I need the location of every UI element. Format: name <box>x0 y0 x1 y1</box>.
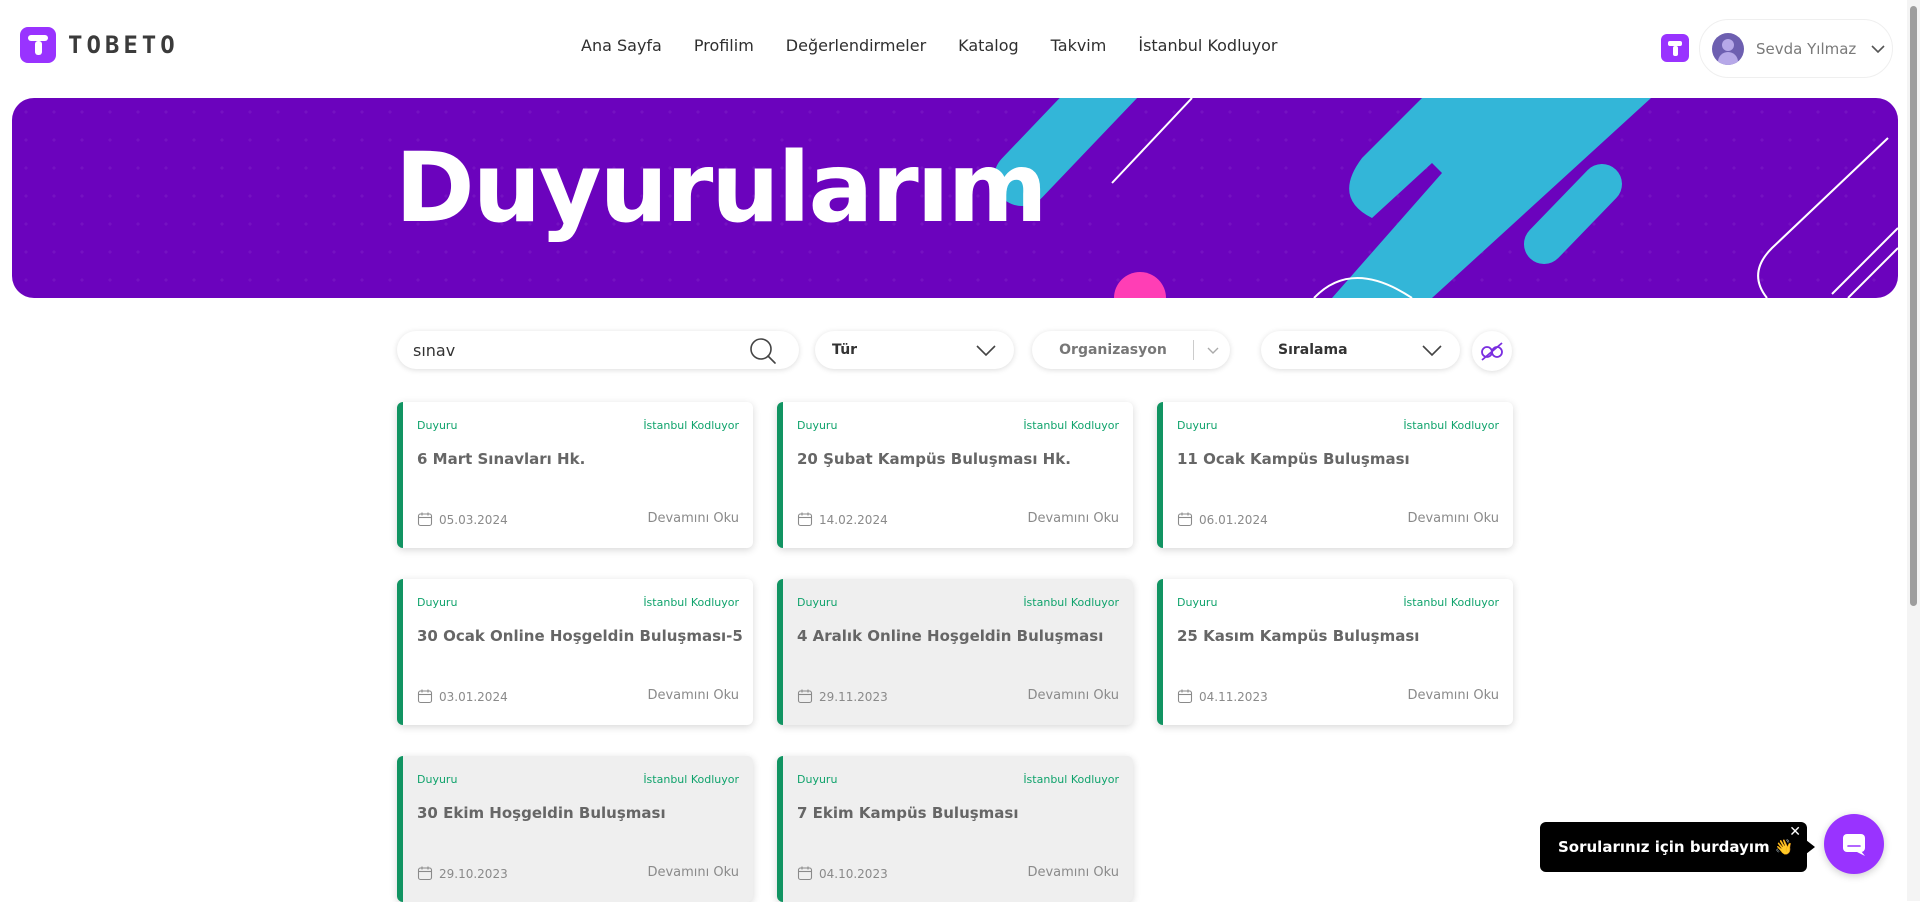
nav-link-istanbul-kodluyor[interactable]: İstanbul Kodluyor <box>1138 36 1277 55</box>
read-more-link[interactable]: Devamını Oku <box>1407 511 1499 526</box>
organization-select-label: Organizasyon <box>1059 342 1167 358</box>
calendar-icon <box>797 689 813 704</box>
card-title: 7 Ekim Kampüs Buluşması <box>797 804 1019 822</box>
page-scrollbar[interactable] <box>1907 0 1920 901</box>
calendar-icon <box>417 512 433 527</box>
main-nav: Ana Sayfa Profilim Değerlendirmeler Kata… <box>581 36 1310 55</box>
card-type-label: Duyuru <box>417 773 458 786</box>
card-organization: İstanbul Kodluyor <box>1403 419 1499 432</box>
card-type-label: Duyuru <box>417 419 458 432</box>
chevron-down-icon <box>1422 345 1442 357</box>
tobeto-logo[interactable]: TOBETO <box>20 27 179 63</box>
clear-filters-button[interactable] <box>1472 331 1512 371</box>
logo-text: TOBETO <box>68 31 179 59</box>
nav-link-profilim[interactable]: Profilim <box>694 36 754 55</box>
nav-link-katalog[interactable]: Katalog <box>958 36 1018 55</box>
read-more-link[interactable]: Devamını Oku <box>1027 511 1119 526</box>
scrollbar-thumb[interactable] <box>1910 6 1917 606</box>
read-more-link[interactable]: Devamını Oku <box>647 511 739 526</box>
user-menu[interactable]: Sevda Yılmaz <box>1699 19 1893 78</box>
card-organization: İstanbul Kodluyor <box>1023 596 1119 609</box>
announcement-card[interactable]: Duyuru İstanbul Kodluyor 20 Şubat Kampüs B… <box>777 402 1133 548</box>
chat-tooltip: Sorularınız için burdayım 👋 ✕ <box>1540 822 1815 872</box>
card-organization: İstanbul Kodluyor <box>1023 419 1119 432</box>
sort-select-label: Sıralama <box>1278 342 1348 358</box>
announcement-card[interactable]: Duyuru İstanbul Kodluyor 11 Ocak Kampüs Bu… <box>1157 402 1513 548</box>
card-date: 04.10.2023 <box>819 867 888 881</box>
announcement-card[interactable]: Duyuru İstanbul Kodluyor 4 Aralık Online H… <box>777 579 1133 725</box>
chevron-down-icon <box>1207 347 1219 354</box>
card-title: 11 Ocak Kampüs Buluşması <box>1177 450 1410 468</box>
calendar-icon <box>417 689 433 704</box>
read-more-link[interactable]: Devamını Oku <box>647 688 739 703</box>
card-date: 03.01.2024 <box>439 690 508 704</box>
announcement-card[interactable]: Duyuru İstanbul Kodluyor 25 Kasım Kampüs B… <box>1157 579 1513 725</box>
card-title: 25 Kasım Kampüs Buluşması <box>1177 627 1420 645</box>
top-navbar: TOBETO Ana Sayfa Profilim Değerlendirmel… <box>0 0 1920 95</box>
card-organization: İstanbul Kodluyor <box>643 596 739 609</box>
card-title: 30 Ocak Online Hoşgeldin Buluşması-5 <box>417 627 743 645</box>
announcement-card[interactable]: Duyuru İstanbul Kodluyor 7 Ekim Kampüs Bul… <box>777 756 1133 902</box>
read-more-link[interactable]: Devamını Oku <box>647 865 739 880</box>
announcement-card[interactable]: Duyuru İstanbul Kodluyor 30 Ocak Online Ho… <box>397 579 753 725</box>
announcement-card[interactable]: Duyuru İstanbul Kodluyor 30 Ekim Hoşgeldin… <box>397 756 753 902</box>
calendar-icon <box>797 512 813 527</box>
chevron-down-icon <box>976 345 996 357</box>
search-box[interactable] <box>397 331 799 369</box>
type-select-label: Tür <box>832 342 858 358</box>
tobeto-logo-icon <box>20 27 56 63</box>
hero-banner: Duyurularım <box>12 98 1898 298</box>
calendar-icon <box>1177 689 1193 704</box>
read-more-link[interactable]: Devamını Oku <box>1027 688 1119 703</box>
card-organization: İstanbul Kodluyor <box>1403 596 1499 609</box>
card-organization: İstanbul Kodluyor <box>643 419 739 432</box>
card-type-label: Duyuru <box>417 596 458 609</box>
card-type-label: Duyuru <box>797 773 838 786</box>
chevron-down-icon <box>1871 44 1885 53</box>
tobeto-app-icon[interactable] <box>1661 34 1689 62</box>
card-date: 04.11.2023 <box>1199 690 1268 704</box>
type-select[interactable]: Tür <box>815 331 1014 369</box>
calendar-icon <box>1177 512 1193 527</box>
card-date: 29.10.2023 <box>439 867 508 881</box>
card-organization: İstanbul Kodluyor <box>1023 773 1119 786</box>
chat-tooltip-text: Sorularınız için burdayım 👋 <box>1558 838 1794 856</box>
card-date: 06.01.2024 <box>1199 513 1268 527</box>
card-organization: İstanbul Kodluyor <box>643 773 739 786</box>
card-date: 29.11.2023 <box>819 690 888 704</box>
select-divider <box>1193 340 1194 360</box>
nav-link-ana-sayfa[interactable]: Ana Sayfa <box>581 36 662 55</box>
sort-select[interactable]: Sıralama <box>1261 331 1460 369</box>
card-type-label: Duyuru <box>797 596 838 609</box>
card-type-label: Duyuru <box>797 419 838 432</box>
chat-bubble-icon <box>1843 834 1865 856</box>
read-more-link[interactable]: Devamını Oku <box>1407 688 1499 703</box>
search-icon[interactable] <box>749 337 777 365</box>
organization-select[interactable]: Organizasyon <box>1032 331 1230 369</box>
filter-off-icon <box>1481 342 1503 361</box>
nav-link-takvim[interactable]: Takvim <box>1051 36 1107 55</box>
close-icon[interactable]: ✕ <box>1789 824 1801 840</box>
calendar-icon <box>797 866 813 881</box>
card-title: 4 Aralık Online Hoşgeldin Buluşması <box>797 627 1104 645</box>
search-input[interactable] <box>413 340 733 360</box>
announcement-card[interactable]: Duyuru İstanbul Kodluyor 6 Mart Sınavları … <box>397 402 753 548</box>
read-more-link[interactable]: Devamını Oku <box>1027 865 1119 880</box>
card-title: 6 Mart Sınavları Hk. <box>417 450 586 468</box>
card-type-label: Duyuru <box>1177 419 1218 432</box>
card-title: 20 Şubat Kampüs Buluşması Hk. <box>797 450 1071 468</box>
chat-button[interactable] <box>1824 814 1884 874</box>
calendar-icon <box>417 866 433 881</box>
user-name: Sevda Yılmaz <box>1756 39 1857 58</box>
card-date: 14.02.2024 <box>819 513 888 527</box>
card-title: 30 Ekim Hoşgeldin Buluşması <box>417 804 666 822</box>
nav-link-degerlendirmeler[interactable]: Değerlendirmeler <box>786 36 926 55</box>
page-title: Duyurularım <box>395 132 1048 244</box>
card-type-label: Duyuru <box>1177 596 1218 609</box>
card-date: 05.03.2024 <box>439 513 508 527</box>
avatar <box>1712 32 1744 65</box>
